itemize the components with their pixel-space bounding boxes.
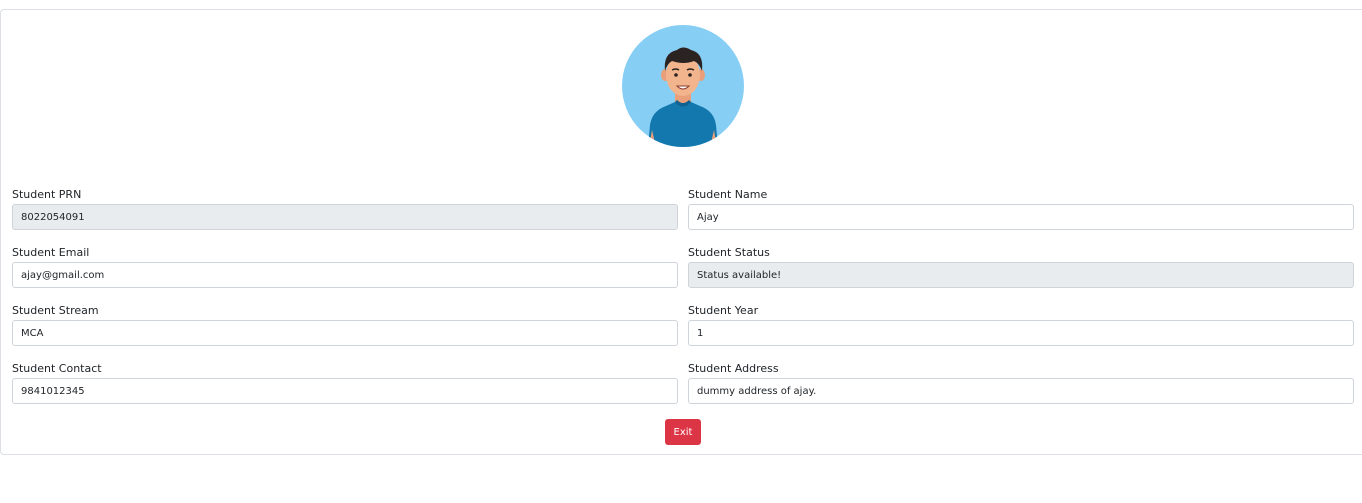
prn-label: Student PRN [12, 188, 82, 201]
name-field-group: Student Name [688, 188, 1354, 230]
contact-label: Student Contact [12, 362, 102, 375]
year-input[interactable] [688, 320, 1354, 346]
stream-input[interactable] [12, 320, 678, 346]
address-label: Student Address [688, 362, 779, 375]
prn-input[interactable] [12, 204, 678, 230]
address-input[interactable] [688, 378, 1354, 404]
address-field-group: Student Address [688, 362, 1354, 404]
prn-field-group: Student PRN [12, 188, 678, 230]
email-field-group: Student Email [12, 246, 678, 288]
contact-field-group: Student Contact [12, 362, 678, 404]
status-label: Student Status [688, 246, 770, 259]
status-input[interactable] [688, 262, 1354, 288]
stream-label: Student Stream [12, 304, 99, 317]
stream-field-group: Student Stream [12, 304, 678, 346]
email-label: Student Email [12, 246, 90, 259]
student-avatar-icon [622, 25, 744, 147]
contact-input[interactable] [12, 378, 678, 404]
year-field-group: Student Year [688, 304, 1354, 346]
email-input[interactable] [12, 262, 678, 288]
status-field-group: Student Status [688, 246, 1354, 288]
exit-button[interactable]: Exit [665, 419, 701, 445]
name-label: Student Name [688, 188, 768, 201]
year-label: Student Year [688, 304, 759, 317]
name-input[interactable] [688, 204, 1354, 230]
